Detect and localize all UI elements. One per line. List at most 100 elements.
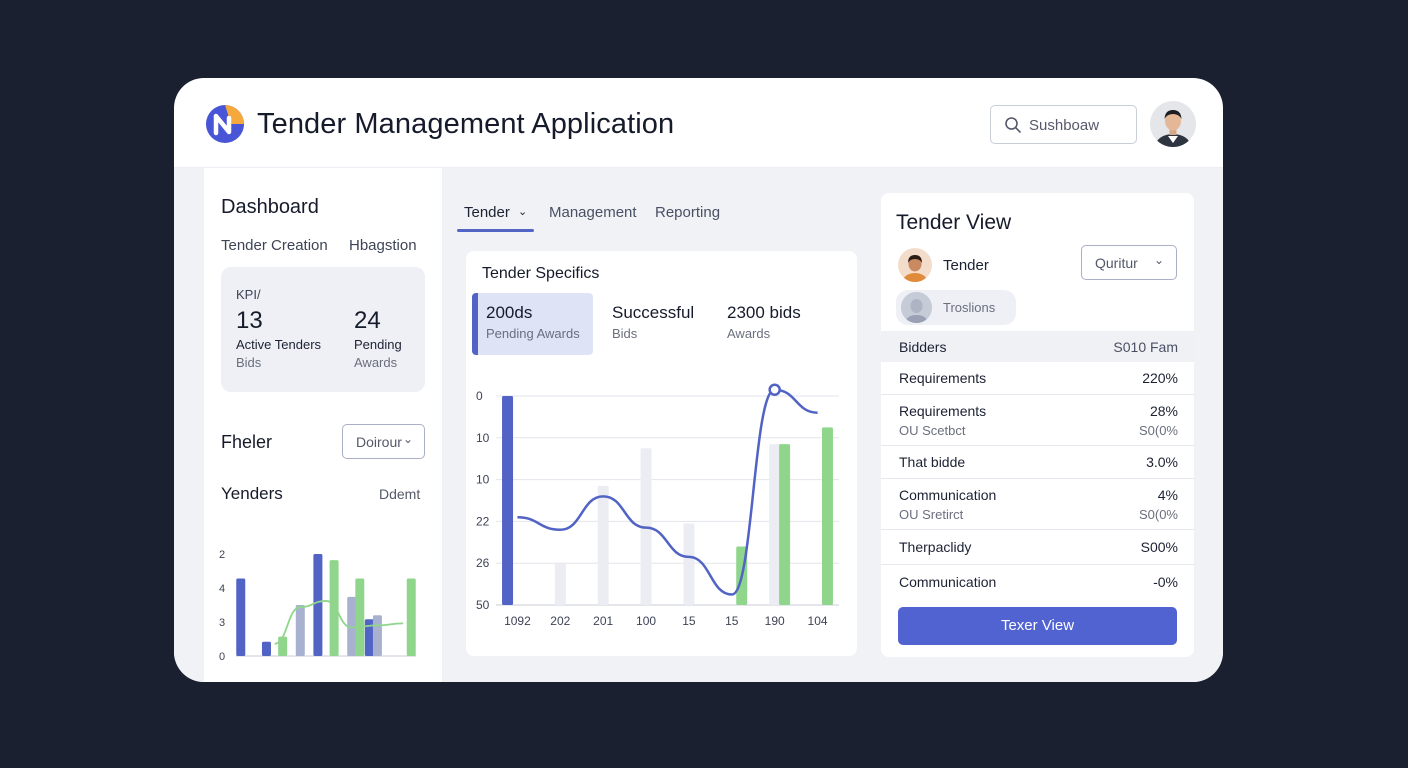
sidebar-link-2[interactable]: Hbagstion: [349, 237, 417, 254]
stat-1-value: 200ds: [486, 303, 533, 322]
x-tick-label: 15: [682, 614, 696, 628]
row-value: 220%: [1142, 370, 1178, 386]
sidebar: Dashboard Tender Creation Hbagstion KPI/…: [204, 168, 442, 682]
bar: [329, 560, 339, 656]
kpi-value-pending: 24: [354, 307, 381, 334]
kpi-value-active: 13: [236, 307, 263, 334]
tender-specifics-card: Tender Specifics 200ds Pending Awards Su…: [466, 251, 857, 656]
chip-text: Troslions: [943, 300, 996, 315]
table-header-row: Bidders S010 Fam: [881, 331, 1194, 362]
row-value: S00%: [1140, 539, 1178, 555]
row-sub-label: OU Sretirct: [899, 507, 964, 522]
y-tick-label: 2: [219, 549, 225, 561]
chevron-down-icon: ⌄: [403, 432, 414, 446]
table-row[interactable]: Communication 4% OU Sretirct S0(0%: [881, 479, 1194, 530]
y-tick-label: 0: [219, 651, 225, 660]
kpi-line2-active: Bids: [236, 355, 262, 370]
row-label: Communication: [899, 574, 997, 590]
search-text: Sushboaw: [1029, 117, 1100, 134]
tenders-right-label[interactable]: Ddemt: [379, 486, 420, 502]
tab-bar: Tender ⌄ Management Reporting: [457, 204, 857, 234]
kpi-label: KPI/: [236, 287, 261, 302]
bar: [779, 444, 791, 605]
y-tick-label: 3: [219, 617, 225, 629]
specifics-chart: 0 10 10 22 26 50 1092 202 201 100 15 15 190 104: [476, 383, 839, 628]
user-chip[interactable]: Troslions: [896, 290, 1016, 325]
search-icon: [1005, 117, 1021, 133]
y-tick-label: 10: [476, 473, 490, 487]
row-label: Communication: [899, 487, 997, 503]
x-tick-label: 100: [636, 614, 656, 628]
row-value: 3.0%: [1146, 454, 1178, 470]
bar: [406, 578, 416, 656]
n-logo-icon[interactable]: [205, 104, 245, 144]
stat-2-label: Bids: [612, 326, 638, 341]
app-title: Tender Management Application: [257, 108, 675, 140]
y-tick-label: 10: [476, 431, 490, 445]
table-row[interactable]: Communication -0%: [881, 565, 1194, 599]
stat-2-value: Successful: [612, 303, 695, 322]
tab-tender-label: Tender: [464, 204, 510, 221]
filter-label: Fheler: [221, 432, 273, 452]
filter-select[interactable]: Doirour ⌄: [342, 424, 425, 459]
row-value: 4%: [1157, 487, 1178, 503]
sidebar-bar-chart: 2430311812689: [219, 549, 416, 660]
active-tab-indicator: [457, 229, 534, 232]
y-tick-label: 50: [476, 598, 490, 612]
app-header: Tender Management Application Sushboaw: [174, 78, 1223, 168]
x-tick-label: 190: [765, 614, 785, 628]
tender-avatar: [898, 248, 932, 282]
stat-3-value: 2300 bids: [727, 303, 801, 322]
chevron-down-icon: ⌄: [1154, 253, 1165, 267]
bar: [769, 444, 781, 605]
row-label: Requirements: [899, 403, 987, 419]
row-sub-value: S0(0%: [1138, 507, 1178, 522]
tender-view-card: Tender View Tender Quritur ⌄ Troslions B…: [881, 193, 1194, 657]
row-sub-label: OU Scetbct: [899, 423, 966, 438]
sidebar-title: Dashboard: [221, 196, 319, 218]
y-tick-label: 4: [219, 583, 225, 595]
kpi-card: KPI/ 13 Active Tenders Bids 24 Pending A…: [221, 267, 425, 392]
qualifier-select[interactable]: Quritur ⌄: [1081, 245, 1177, 280]
bar: [554, 563, 566, 605]
chevron-down-icon: ⌄: [518, 206, 528, 218]
bar: [236, 578, 246, 656]
sidebar-link-tender-creation[interactable]: Tender Creation: [221, 237, 328, 254]
table-row[interactable]: Requirements 220%: [881, 362, 1194, 395]
table-row[interactable]: Therpaclidy S00%: [881, 530, 1194, 565]
qualifier-select-value: Quritur: [1095, 255, 1138, 271]
tab-tender[interactable]: Tender ⌄: [464, 204, 527, 221]
chip-avatar: [901, 292, 932, 323]
y-tick-label: 22: [476, 514, 490, 528]
bar: [295, 605, 305, 656]
y-tick-label: 0: [476, 389, 483, 403]
specifics-title: Tender Specifics: [482, 265, 600, 282]
view-title: Tender View: [896, 211, 1012, 234]
row-sub-value: S0(0%: [1138, 423, 1178, 438]
app-window: Tender Management Application Sushboaw D…: [174, 78, 1223, 682]
bar: [261, 641, 271, 656]
bar: [597, 485, 609, 605]
bar: [355, 578, 365, 656]
tender-view-button[interactable]: Texer View: [898, 607, 1177, 645]
tender-name: Tender: [943, 257, 989, 274]
table-row[interactable]: Requirements 28% OU Scetbct S0(0%: [881, 395, 1194, 446]
tab-management[interactable]: Management: [549, 204, 637, 221]
content-area: Dashboard Tender Creation Hbagstion KPI/…: [174, 168, 1223, 682]
x-tick-label: 15: [725, 614, 739, 628]
stat-1-label: Pending Awards: [486, 326, 580, 341]
table-row[interactable]: That bidde 3.0%: [881, 446, 1194, 479]
bar: [502, 396, 514, 605]
bar: [313, 554, 323, 656]
user-avatar[interactable]: [1150, 101, 1196, 147]
table-header-value: S010 Fam: [1113, 339, 1178, 355]
x-tick-label: 201: [593, 614, 613, 628]
bar: [278, 636, 288, 656]
tab-reporting[interactable]: Reporting: [655, 204, 720, 221]
x-tick-label: 202: [550, 614, 570, 628]
row-label: That bidde: [899, 454, 966, 470]
bar: [683, 523, 695, 605]
row-value: -0%: [1153, 574, 1178, 590]
row-label: Requirements: [899, 370, 987, 386]
search-input[interactable]: Sushboaw: [990, 105, 1137, 144]
